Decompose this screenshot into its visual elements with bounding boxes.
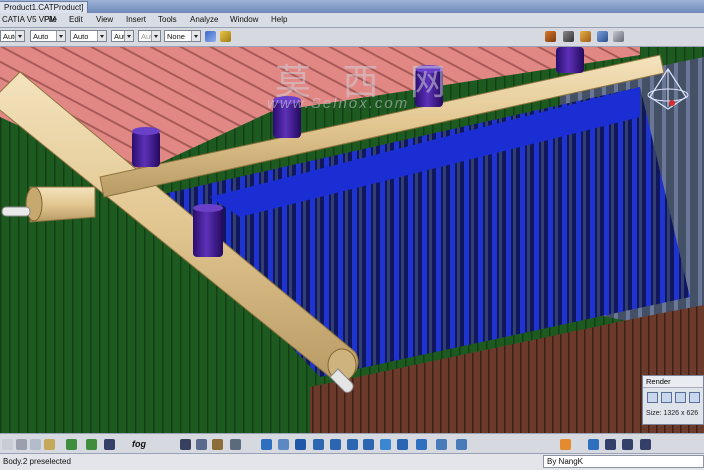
menu-view[interactable]: View — [96, 14, 113, 26]
paint-brush-icon[interactable] — [205, 31, 216, 42]
chevron-down-icon — [191, 31, 200, 41]
menu-analyze[interactable]: Analyze — [190, 14, 218, 26]
pan-icon[interactable] — [278, 439, 289, 450]
command-input[interactable]: By NangK — [543, 455, 704, 468]
cap-5 — [193, 207, 223, 257]
rotate-icon[interactable] — [295, 439, 306, 450]
tools-icon[interactable] — [212, 439, 223, 450]
menu-tools[interactable]: Tools — [158, 14, 177, 26]
select-icon[interactable] — [2, 439, 13, 450]
render-icon[interactable] — [456, 439, 467, 450]
capture-icon[interactable] — [436, 439, 447, 450]
cap-5-top — [193, 204, 223, 212]
assembly-icon[interactable] — [580, 31, 591, 42]
graphic-properties-toolbar: Auto Auto Auto Aut Aut None — [0, 28, 704, 47]
menu-window[interactable]: Window — [230, 14, 258, 26]
menu-file[interactable]: File — [44, 14, 57, 26]
point-type-combo[interactable]: Aut — [138, 30, 161, 42]
render-size-icon[interactable] — [675, 392, 686, 403]
render-viewport-icon[interactable] — [661, 392, 672, 403]
combo-value: None — [167, 32, 185, 41]
scissors-icon[interactable] — [563, 31, 574, 42]
fit-all-icon[interactable] — [261, 439, 272, 450]
bottom-toolbar: fog — [0, 433, 704, 454]
menu-bar: CATIA V5 VPM File Edit View Insert Tools… — [0, 13, 704, 28]
line-weight-combo[interactable]: Auto — [70, 30, 107, 42]
hide-show-icon[interactable] — [397, 439, 408, 450]
color-combo[interactable]: Auto — [0, 30, 25, 42]
view-mode-icon[interactable] — [380, 439, 391, 450]
transparency-combo[interactable]: Auto — [30, 30, 66, 42]
menu-insert[interactable]: Insert — [126, 14, 146, 26]
swap-icon[interactable] — [416, 439, 427, 450]
stub-nozzle — [1, 206, 31, 217]
stub-pipe-end — [25, 186, 43, 222]
chevron-down-icon — [97, 31, 106, 41]
compass-toggle-icon[interactable] — [560, 439, 571, 450]
chevron-down-icon — [151, 31, 160, 41]
cap-1-top — [132, 127, 160, 135]
options-icon[interactable] — [613, 31, 624, 42]
zoom-out-icon[interactable] — [330, 439, 341, 450]
3d-viewport[interactable]: 莫 西 网 www.Selnox.com — [0, 47, 704, 433]
zoom-in-icon[interactable] — [313, 439, 324, 450]
cap-1 — [132, 131, 160, 167]
normal-view-icon[interactable] — [347, 439, 358, 450]
next-icon[interactable] — [622, 439, 633, 450]
first-icon[interactable] — [605, 439, 616, 450]
layer-combo[interactable]: None — [164, 30, 201, 42]
render-screen-icon[interactable] — [647, 392, 658, 403]
status-bar: Body.2 preselected By NangK — [0, 453, 704, 470]
cap-4 — [556, 47, 584, 73]
tree-icon[interactable] — [196, 439, 207, 450]
undo-icon[interactable] — [66, 439, 77, 450]
paste-icon[interactable] — [44, 439, 55, 450]
render-size-label: Size: 1326 x 626 — [646, 410, 699, 417]
format-painter-icon[interactable] — [220, 31, 231, 42]
chevron-down-icon — [15, 31, 24, 41]
copy-icon[interactable] — [30, 439, 41, 450]
last-icon[interactable] — [640, 439, 651, 450]
catalog-icon[interactable] — [545, 31, 556, 42]
menu-edit[interactable]: Edit — [69, 14, 83, 26]
chevron-down-icon — [124, 31, 133, 41]
chevron-down-icon — [56, 31, 65, 41]
status-message: Body.2 preselected — [3, 457, 71, 466]
cut-icon[interactable] — [16, 439, 27, 450]
previous-icon[interactable] — [588, 439, 599, 450]
fly-icon[interactable] — [230, 439, 241, 450]
constraint-icon[interactable] — [597, 31, 608, 42]
table-icon[interactable] — [180, 439, 191, 450]
watermark-url: www.Selnox.com — [267, 95, 410, 112]
redo-icon[interactable] — [86, 439, 97, 450]
menu-help[interactable]: Help — [271, 14, 287, 26]
combo-value: Auto — [33, 32, 49, 41]
combo-value: Auto — [73, 32, 89, 41]
line-type-combo[interactable]: Aut — [111, 30, 134, 42]
render-panel: Render Size: 1326 x 626 — [642, 375, 704, 425]
title-bar: Product1.CATProduct] — [0, 0, 704, 14]
help-icon[interactable] — [104, 439, 115, 450]
fog-label[interactable]: fog — [132, 439, 146, 449]
render-quality-icon[interactable] — [689, 392, 700, 403]
render-panel-title: Render — [643, 376, 703, 388]
iso-view-icon[interactable] — [363, 439, 374, 450]
